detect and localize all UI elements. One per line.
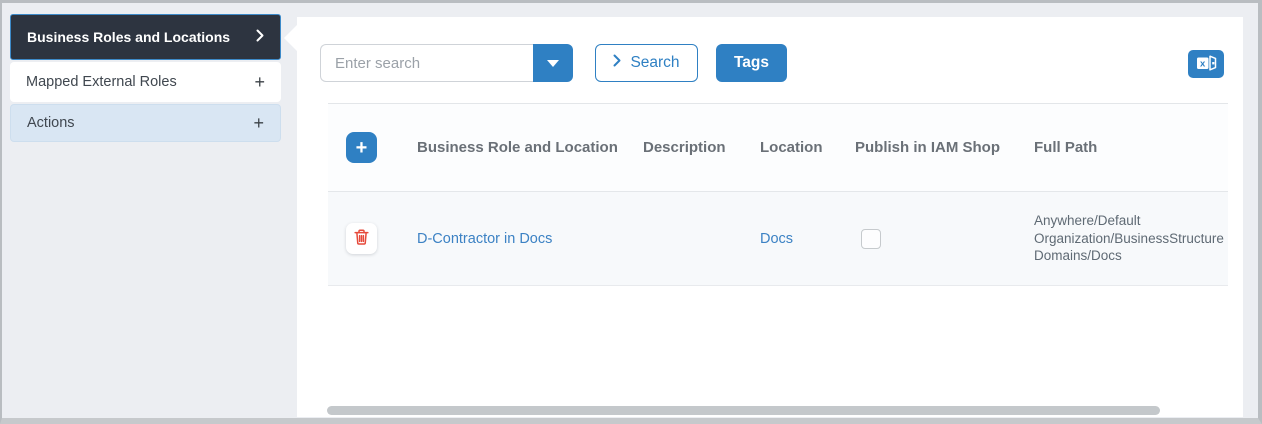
search-input[interactable]: [320, 44, 533, 82]
table-row: D-Contractor in Docs Docs Anywhere/Defau…: [328, 191, 1228, 286]
excel-export-button[interactable]: x: [1188, 50, 1224, 78]
column-header-description: Description: [643, 139, 726, 156]
sidebar: Business Roles and Locations Mapped Exte…: [2, 3, 297, 418]
tags-button-label: Tags: [733, 54, 770, 71]
trash-icon: [354, 229, 369, 248]
chevron-right-icon: [256, 29, 264, 45]
search-dropdown-button[interactable]: [533, 44, 573, 82]
sidebar-item-mapped-external-roles[interactable]: Mapped External Roles +: [10, 62, 281, 102]
column-header-business-role: Business Role and Location: [417, 139, 618, 156]
svg-text:x: x: [1200, 58, 1206, 69]
cell-full-path: Anywhere/Default Organization/BusinessSt…: [1034, 212, 1228, 265]
column-header-full-path: Full Path: [1034, 139, 1098, 156]
sidebar-item-label: Actions: [27, 115, 75, 131]
plus-icon: +: [254, 72, 265, 92]
full-path-text: Anywhere/Default Organization/BusinessSt…: [1034, 212, 1224, 264]
column-header-location: Location: [760, 139, 823, 156]
sidebar-item-label: Business Roles and Locations: [27, 29, 231, 45]
plus-icon: +: [355, 136, 368, 159]
horizontal-scrollbar-thumb[interactable]: [327, 406, 1160, 415]
column-header-publish: Publish in IAM Shop: [855, 139, 1000, 156]
cell-location: Docs: [760, 230, 855, 248]
delete-row-button[interactable]: [346, 223, 377, 254]
search-button-label: Search: [630, 54, 680, 71]
cell-business-role: D-Contractor in Docs: [417, 230, 643, 248]
active-item-pointer: [284, 25, 297, 51]
sidebar-item-actions[interactable]: Actions +: [10, 104, 281, 142]
row-actions-cell: [328, 223, 417, 254]
business-role-link[interactable]: D-Contractor in Docs: [417, 231, 552, 247]
caret-down-icon: [547, 59, 559, 67]
search-button[interactable]: Search: [595, 44, 698, 82]
add-row-button[interactable]: +: [346, 132, 377, 163]
location-link[interactable]: Docs: [760, 231, 793, 247]
chevron-right-icon: [613, 54, 621, 72]
main-panel: Search Tags x +: [284, 17, 1243, 417]
sidebar-item-label: Mapped External Roles: [26, 74, 177, 90]
sidebar-item-business-roles-and-locations[interactable]: Business Roles and Locations: [10, 14, 281, 60]
plus-icon: +: [253, 113, 264, 133]
tags-button[interactable]: Tags: [716, 44, 787, 82]
business-roles-table: + Business Role and Location Description…: [328, 103, 1228, 286]
add-column-header: +: [328, 132, 417, 163]
table-header-row: + Business Role and Location Description…: [328, 104, 1228, 191]
cell-publish: [855, 228, 1034, 249]
publish-checkbox[interactable]: [861, 228, 881, 249]
excel-export-icon: x: [1195, 54, 1217, 75]
app-window: Business Roles and Locations Mapped Exte…: [0, 0, 1262, 424]
